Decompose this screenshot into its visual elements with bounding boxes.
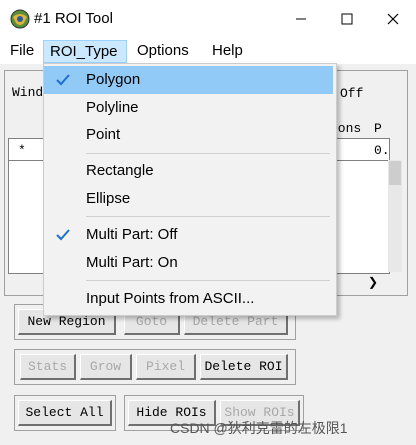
column-header-p: P	[374, 121, 382, 136]
grow-button[interactable]: Grow	[80, 354, 132, 380]
menu-separator	[86, 216, 330, 217]
stats-button[interactable]: Stats	[20, 354, 76, 380]
menu-file[interactable]: File	[10, 41, 34, 61]
watermark: CSDN @狄利克雷的左极限1	[170, 420, 348, 436]
menu-options[interactable]: Options	[137, 41, 189, 61]
pixel-button[interactable]: Pixel	[136, 354, 196, 380]
window-label: Wind	[12, 85, 44, 100]
menu-item-label: Polyline	[86, 99, 139, 116]
menu-item-label: Multi Part: On	[86, 254, 178, 271]
scroll-right-arrow-icon[interactable]: ❯	[368, 275, 378, 289]
minimize-button[interactable]	[278, 0, 324, 38]
menu-item-point[interactable]: Point	[44, 121, 333, 149]
delete-roi-button[interactable]: Delete ROI	[200, 354, 288, 380]
close-button[interactable]	[370, 0, 416, 38]
row-marker: *	[18, 143, 26, 158]
table-cell: 0.	[374, 143, 390, 158]
minimize-icon	[296, 18, 306, 20]
menu-item-polyline[interactable]: Polyline	[44, 94, 333, 122]
menu-item-label: Input Points from ASCII...	[86, 290, 255, 307]
menu-item-label: Point	[86, 126, 121, 143]
menu-item-ellipse[interactable]: Ellipse	[44, 185, 333, 213]
menu-help[interactable]: Help	[212, 41, 243, 61]
menu-item-multipart-on[interactable]: Multi Part: On	[44, 249, 333, 277]
menu-item-polygon[interactable]: Polygon	[44, 66, 333, 94]
menu-roi-type[interactable]: ROI_Type	[43, 40, 127, 63]
select-all-button[interactable]: Select All	[18, 400, 112, 426]
window-title: #1 ROI Tool	[34, 10, 113, 27]
menu-item-label: Rectangle	[86, 162, 154, 179]
off-label: Off	[340, 86, 364, 101]
menu-item-multipart-off[interactable]: Multi Part: Off	[44, 221, 333, 249]
close-icon	[387, 13, 399, 25]
maximize-button[interactable]	[324, 0, 370, 38]
check-icon	[56, 74, 70, 86]
menu-item-label: Multi Part: Off	[86, 226, 178, 243]
menu-item-input-points-ascii[interactable]: Input Points from ASCII...	[44, 285, 333, 313]
menu-separator	[86, 280, 330, 281]
menu-item-label: Polygon	[86, 71, 141, 88]
scrollbar-thumb[interactable]	[389, 161, 401, 185]
app-icon	[10, 9, 30, 29]
menu-item-rectangle[interactable]: Rectangle	[44, 157, 333, 185]
menu-item-label: Ellipse	[86, 190, 131, 207]
menu-separator	[86, 153, 330, 154]
check-icon	[56, 229, 70, 241]
maximize-icon	[341, 13, 353, 25]
